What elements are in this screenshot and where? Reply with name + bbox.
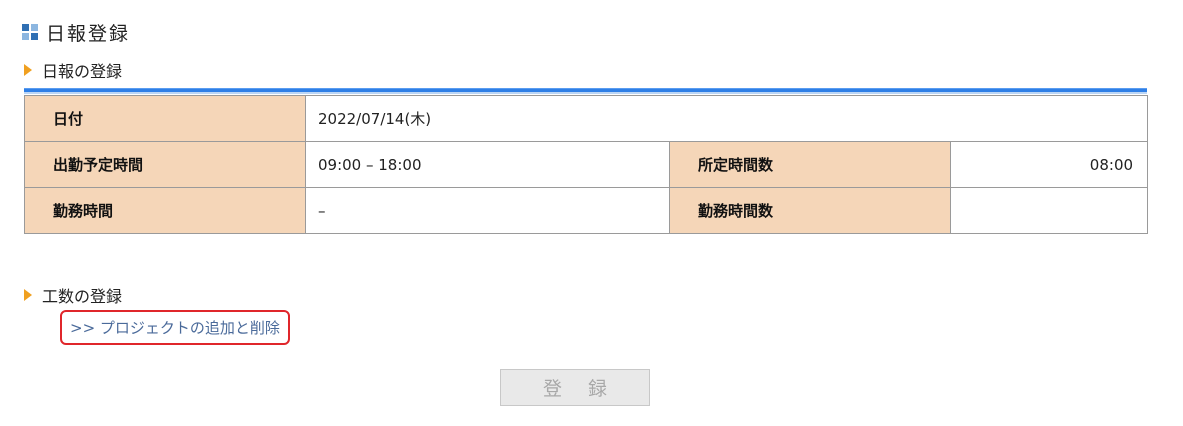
work-hours-value — [949, 187, 1149, 234]
register-button[interactable]: 登 録 — [500, 369, 650, 406]
work-hours-label: 勤務時間数 — [669, 187, 951, 234]
prescribed-hours-value: 08:00 — [949, 141, 1149, 188]
work-time-label: 勤務時間 — [24, 187, 306, 234]
section-heading-text: 工数の登録 — [42, 287, 123, 306]
date-label: 日付 — [24, 95, 306, 142]
section-heading-effort: 工数の登録 — [24, 283, 122, 307]
work-time-value: – — [305, 187, 670, 234]
table-row: 出勤予定時間 09:00 – 18:00 所定時間数 08:00 — [24, 141, 1149, 188]
prescribed-hours-label: 所定時間数 — [669, 141, 951, 188]
daily-report-form: 日付 2022/07/14(木) 出勤予定時間 09:00 – 18:00 所定… — [24, 88, 1149, 234]
date-value: 2022/07/14(木) — [304, 95, 1149, 142]
section-heading-text: 日報の登録 — [42, 62, 123, 81]
triangle-marker-icon — [24, 64, 32, 76]
daily-report-table: 日付 2022/07/14(木) 出勤予定時間 09:00 – 18:00 所定… — [24, 95, 1149, 234]
scheduled-time-label: 出勤予定時間 — [24, 141, 306, 188]
grid-icon — [22, 24, 38, 40]
triangle-marker-icon — [24, 289, 32, 301]
page-title: 日報登録 — [22, 18, 130, 46]
table-row: 勤務時間 – 勤務時間数 — [24, 187, 1149, 234]
scheduled-time-value: 09:00 – 18:00 — [305, 141, 670, 188]
section-heading-daily-report: 日報の登録 — [24, 58, 122, 82]
table-row: 日付 2022/07/14(木) — [24, 95, 1149, 142]
page-title-text: 日報登録 — [46, 22, 131, 45]
form-accent-bar — [24, 88, 1147, 94]
add-remove-project-link[interactable]: >> プロジェクトの追加と削除 — [60, 310, 290, 345]
